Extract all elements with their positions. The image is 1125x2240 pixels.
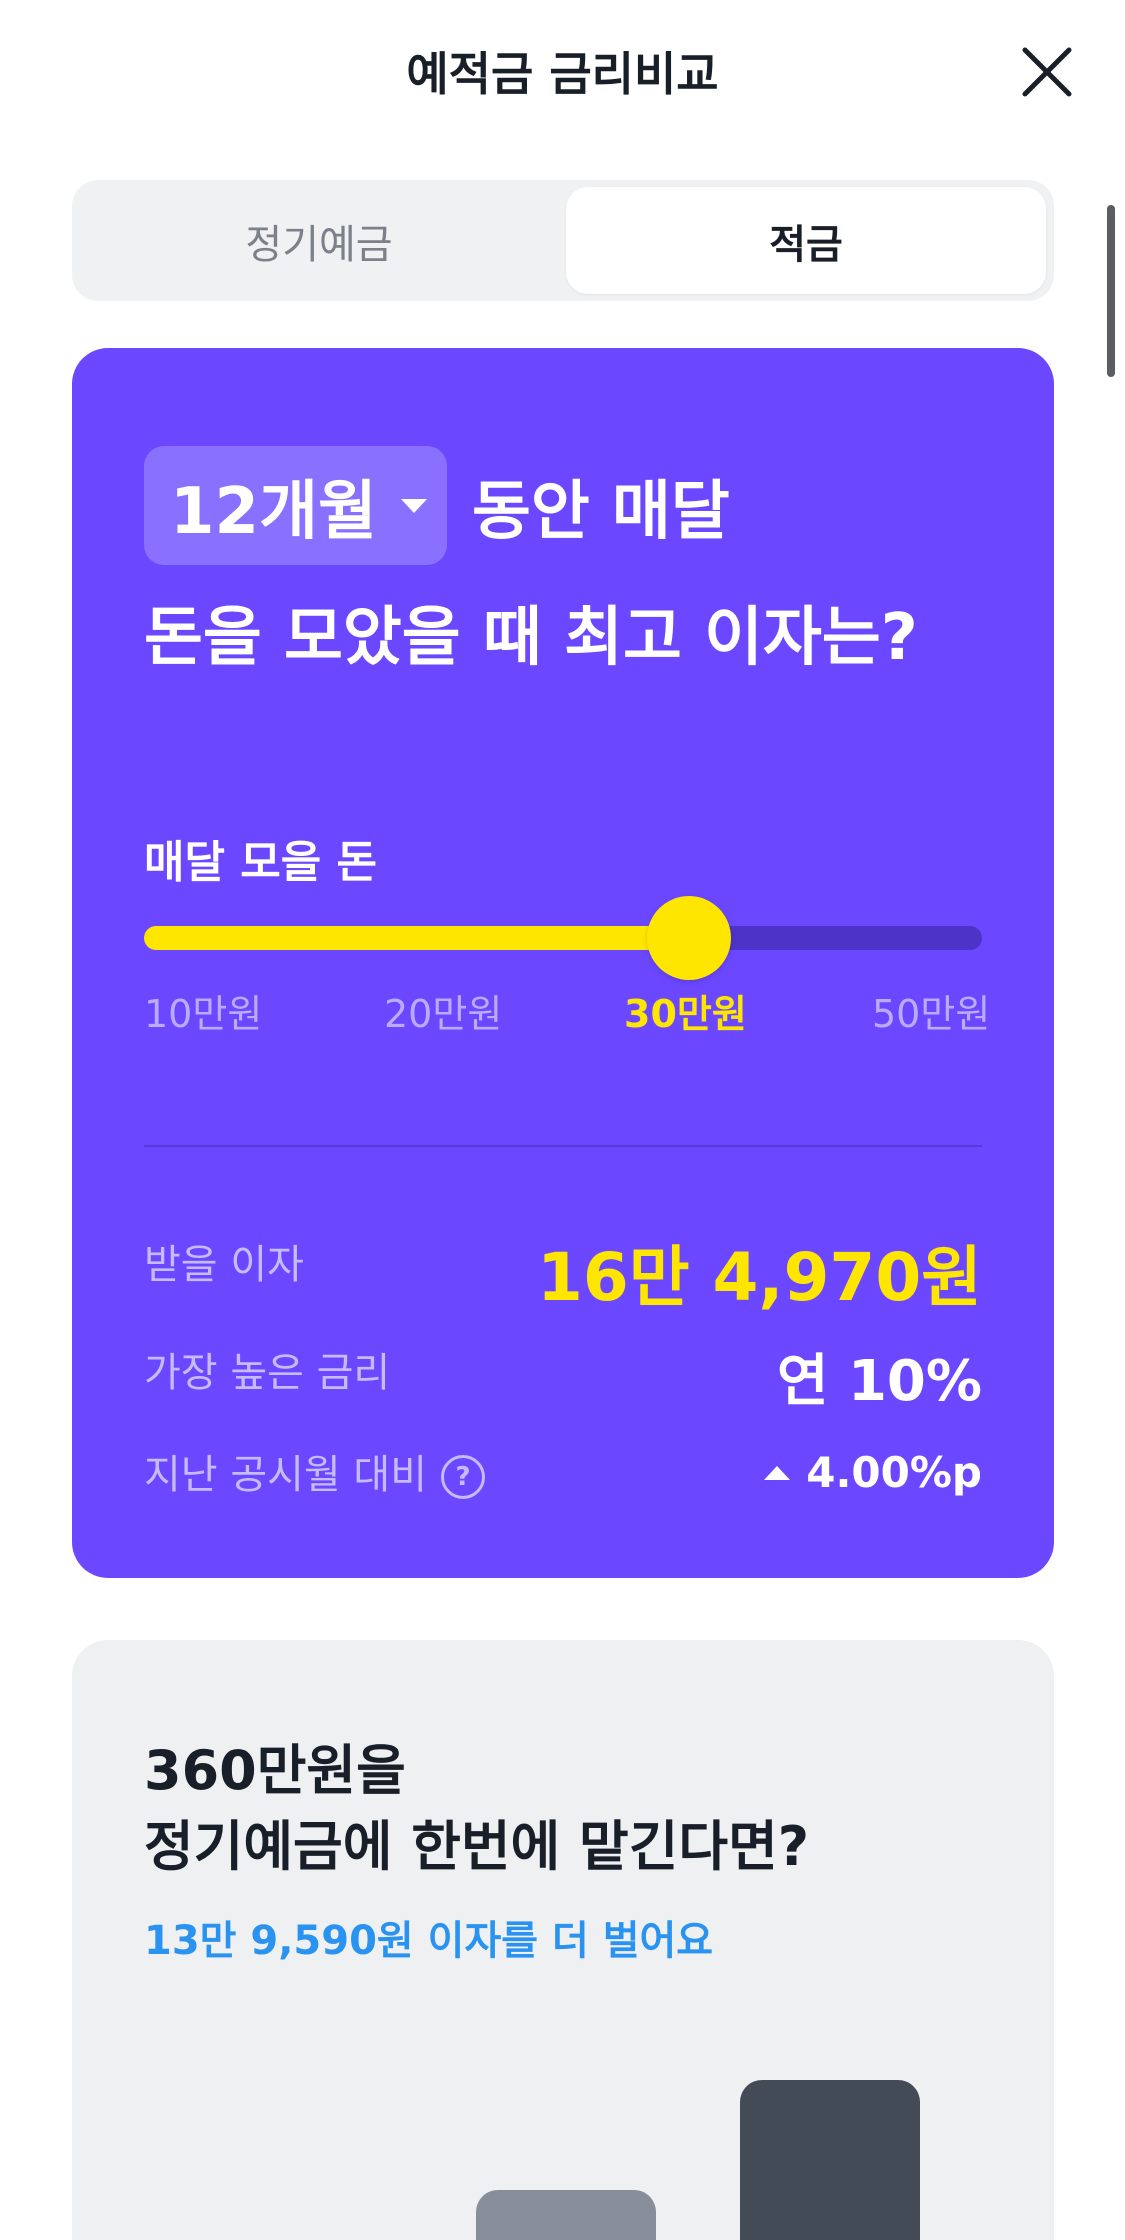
- close-icon: [1022, 47, 1072, 97]
- slider-tick-30[interactable]: 30만원: [624, 983, 747, 1038]
- period-dropdown[interactable]: 12개월: [144, 446, 447, 565]
- slider-tick-20[interactable]: 20만원: [384, 983, 502, 1038]
- close-button[interactable]: [1015, 40, 1079, 104]
- rate-change-value-row: 4.00%p: [764, 1448, 982, 1497]
- rate-change-value: 4.00%p: [806, 1448, 982, 1497]
- caret-down-icon: [400, 498, 427, 513]
- product-tabs: 정기예금 적금: [72, 180, 1054, 301]
- interest-value: 16만 4,970원: [536, 1239, 982, 1316]
- slider-thumb[interactable]: [647, 896, 731, 980]
- triangle-up-icon: [764, 1465, 791, 1480]
- page-title: 예적금 금리비교: [406, 47, 719, 101]
- rate-change-label: 지난 공시월 대비: [144, 1452, 428, 1498]
- divider: [144, 1145, 982, 1147]
- slider-label: 매달 모을 돈: [144, 837, 378, 888]
- savings-calculator-card: 12개월 동안 매달 돈을 모았을 때 최고 이자는? 매달 모을 돈 10만원…: [72, 348, 1054, 1578]
- comparison-title-line1: 360만원을: [144, 1739, 406, 1802]
- tab-time-deposit[interactable]: 정기예금: [80, 187, 558, 294]
- deposit-comparison-card: 360만원을 정기예금에 한번에 맡긴다면? 13만 9,590원 이자를 더 …: [72, 1640, 1054, 2240]
- scrollbar[interactable]: [1107, 205, 1115, 377]
- header: 예적금 금리비교: [0, 0, 1125, 140]
- best-rate-label: 가장 높은 금리: [144, 1350, 391, 1396]
- slider-tick-10[interactable]: 10만원: [144, 983, 262, 1038]
- headline-line2: 돈을 모았을 때 최고 이자는?: [144, 601, 918, 675]
- comparison-subtitle: 13만 9,590원 이자를 더 벌어요: [144, 1918, 714, 1964]
- rate-change-label-row: 지난 공시월 대비?: [144, 1442, 486, 1500]
- tab-installment-savings[interactable]: 적금: [566, 187, 1046, 294]
- monthly-amount-slider[interactable]: [144, 896, 982, 980]
- headline-line1: 동안 매달: [472, 475, 730, 549]
- best-rate-value: 연 10%: [776, 1349, 982, 1414]
- help-icon[interactable]: ?: [441, 1455, 486, 1499]
- period-value: 12개월: [170, 474, 377, 549]
- slider-tick-50[interactable]: 50만원: [872, 983, 990, 1038]
- interest-label: 받을 이자: [144, 1242, 304, 1288]
- savings-interest-bar: [476, 2190, 656, 2240]
- slider-fill: [144, 926, 689, 950]
- deposit-interest-bar: [740, 2080, 920, 2240]
- comparison-title-line2: 정기예금에 한번에 맡긴다면?: [144, 1815, 810, 1878]
